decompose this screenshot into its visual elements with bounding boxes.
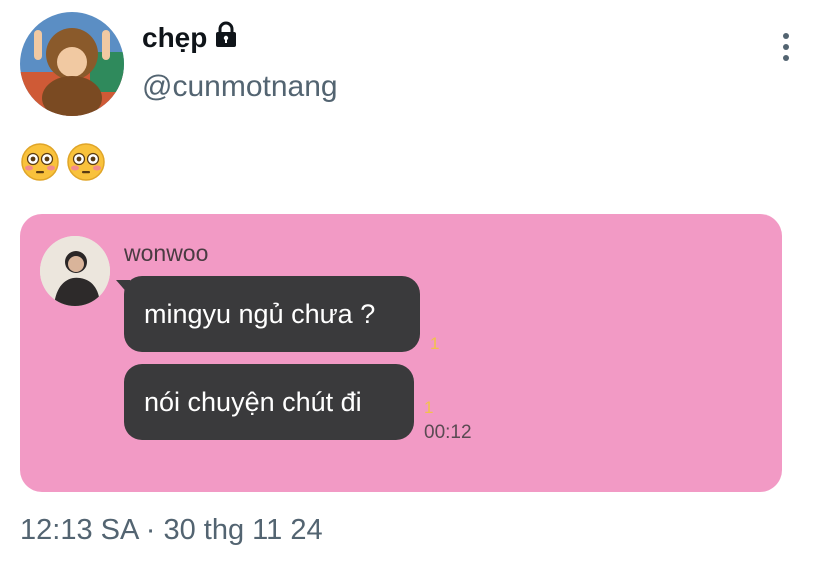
flushed-face-emoji (21, 143, 59, 181)
media-image[interactable]: wonwoo mingyu ngủ chưa ? 1 nói chuyện ch… (20, 214, 782, 492)
flushed-face-emoji (67, 143, 105, 181)
author-handle[interactable]: @cunmotnang (142, 70, 338, 104)
chat-message-text: mingyu ngủ chưa ? (144, 298, 376, 329)
lock-icon (213, 21, 239, 49)
chat-sender-name: wonwoo (124, 240, 209, 266)
chat-message-bubble: nói chuyện chút đi (124, 364, 414, 440)
author-display-name[interactable]: chẹp (142, 22, 207, 54)
tweet-timestamp[interactable]: 12:13 SA · 30 thg 11 24 (20, 514, 323, 547)
author-avatar[interactable] (20, 12, 124, 116)
chat-sender-avatar (40, 236, 110, 306)
chat-message-time: 00:12 (424, 422, 472, 443)
chat-message-bubble: mingyu ngủ chưa ? (124, 276, 420, 352)
tweet-text: 😳😳 (20, 142, 106, 182)
unread-count: 1 (430, 334, 440, 353)
chat-message-text: nói chuyện chút đi (144, 386, 362, 417)
unread-count: 1 (424, 398, 434, 417)
more-vertical-icon (783, 33, 789, 39)
more-options-button[interactable] (770, 30, 802, 64)
